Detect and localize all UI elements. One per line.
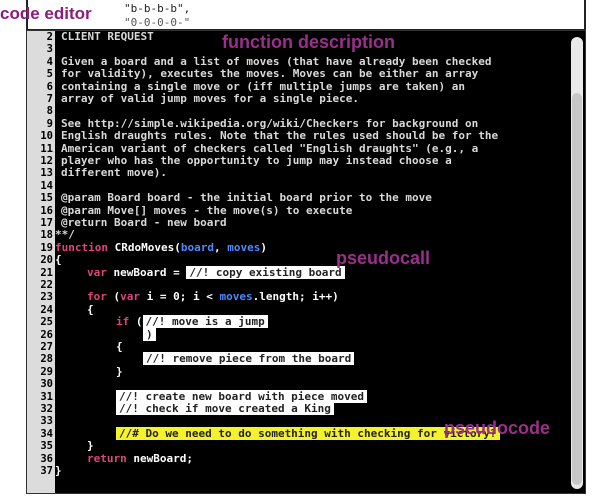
line-number: 15 xyxy=(40,192,53,205)
expression: newBoard; xyxy=(126,451,193,465)
line-number: 25 xyxy=(40,316,53,329)
line-number: 7 xyxy=(46,93,53,105)
keyword: return xyxy=(87,451,127,465)
pseudocode-highlight[interactable]: //! remove piece from the board xyxy=(143,352,355,366)
code-line[interactable]: } xyxy=(116,365,123,378)
line-number: 37 xyxy=(40,465,53,477)
line-number: 32 xyxy=(40,403,53,415)
punct: ( xyxy=(106,290,121,304)
line-number: 8 xyxy=(46,105,53,118)
line-number: 9 xyxy=(46,117,53,130)
code-line[interactable]: for (var i = 0; i < moves.length; i++) xyxy=(87,291,339,303)
code-line[interactable]: @param Board board - the initial board p… xyxy=(61,191,432,204)
param: moves xyxy=(227,240,261,254)
code-line[interactable]: return newBoard; xyxy=(87,451,193,465)
line-number: 21 xyxy=(40,266,53,279)
code-line[interactable]: for validity), executes the moves. Moves… xyxy=(61,67,478,80)
code-line[interactable]: var newBoard = //! copy existing board xyxy=(87,265,345,279)
line-number: 13 xyxy=(40,167,53,180)
code-line[interactable]: { xyxy=(116,340,123,353)
pseudocode-highlight[interactable]: //! move is a jump xyxy=(142,315,268,329)
keyword: if xyxy=(116,315,130,329)
line-number: 10 xyxy=(40,130,53,143)
code-line[interactable]: } xyxy=(55,464,62,477)
code-line[interactable]: //! check if move created a King xyxy=(116,402,334,415)
code-line[interactable]: //# Do we need to do something with chec… xyxy=(116,426,500,440)
expression: i = 0; i < xyxy=(140,290,220,304)
expression: .length; i++) xyxy=(252,290,339,304)
pseudocode-highlight[interactable]: //! create new board with piece moved xyxy=(116,389,368,403)
line-number: 30 xyxy=(40,378,53,391)
line-number: 3 xyxy=(46,43,53,56)
snippet-line-2: "0-0-0-0-" xyxy=(124,16,191,29)
line-number: 24 xyxy=(40,303,53,316)
line-number: 20 xyxy=(40,254,53,267)
code-line[interactable]: if (//! move is a jump xyxy=(116,315,268,329)
line-number: 29 xyxy=(40,365,53,378)
line-number: 19 xyxy=(40,241,53,254)
variable: newBoard xyxy=(113,265,167,279)
punct: ) xyxy=(260,240,267,254)
pseudocode-todo-highlight[interactable]: //# Do we need to do something with chec… xyxy=(116,426,500,440)
line-number: 2 xyxy=(46,31,53,43)
punct: , xyxy=(213,240,228,254)
snippet-line-1: "b-b-b-b", xyxy=(124,2,191,15)
line-number: 6 xyxy=(46,80,53,93)
vertical-scrollbar-thumb[interactable] xyxy=(572,93,582,485)
line-number: 22 xyxy=(40,279,53,291)
pseudocall-highlight[interactable]: //! copy existing board xyxy=(186,265,345,279)
pseudocode-highlight[interactable]: //! check if move created a King xyxy=(116,402,334,415)
line-number: 35 xyxy=(40,440,53,453)
punct: = xyxy=(166,265,187,279)
line-number: 16 xyxy=(40,204,53,217)
keyword: for xyxy=(87,290,107,304)
punct: ( xyxy=(174,240,181,254)
line-number: 28 xyxy=(40,353,53,366)
code-line[interactable]: { xyxy=(55,253,62,266)
line-number: 33 xyxy=(40,415,53,428)
code-line[interactable]: @return Board - new board xyxy=(61,216,227,229)
punct: ( xyxy=(129,315,143,329)
keyword: var xyxy=(87,265,107,279)
param: board xyxy=(180,240,214,254)
top-area: "b-b-b-b", "0-0-0-0-" code editor xyxy=(0,0,606,32)
code-editor-label: code editor xyxy=(0,4,92,23)
pseudocode-highlight[interactable]: ) xyxy=(143,327,156,341)
line-number: 27 xyxy=(40,341,53,353)
line-number: 12 xyxy=(40,155,53,167)
code-line[interactable]: CLIENT REQUEST xyxy=(61,31,154,43)
keyword: var xyxy=(120,290,140,304)
param: moves xyxy=(219,290,253,304)
line-number: 17 xyxy=(40,217,53,229)
code-line[interactable]: English draughts rules. Note that the ru… xyxy=(61,129,498,142)
line-number: 4 xyxy=(46,55,53,68)
keyword: function xyxy=(55,240,108,254)
line-number: 31 xyxy=(40,390,53,403)
code-line[interactable]: //! remove piece from the board xyxy=(143,352,355,366)
code-line[interactable]: array of valid jump moves for a single p… xyxy=(61,92,359,105)
code-line[interactable]: ) xyxy=(143,327,156,341)
line-number: 36 xyxy=(40,452,53,465)
code-line[interactable]: function CRdoMoves(board, moves) xyxy=(55,240,267,254)
line-number: 14 xyxy=(40,179,53,192)
line-number: 11 xyxy=(40,142,53,155)
function-name: CRdoMoves xyxy=(114,240,175,254)
line-number: 23 xyxy=(40,291,53,304)
code-snippet-box: "b-b-b-b", "0-0-0-0-" xyxy=(26,0,586,31)
pseudocall-annotation: pseudocall xyxy=(336,248,431,268)
line-number: 34 xyxy=(40,427,53,440)
line-number: 5 xyxy=(46,68,53,81)
code-line[interactable]: { xyxy=(87,303,94,316)
line-number: 26 xyxy=(40,328,53,341)
function-description-annotation: function description xyxy=(222,32,395,52)
pseudocode-annotation: pseudocode xyxy=(444,418,551,438)
line-number: 18 xyxy=(40,229,53,242)
code-line[interactable]: different move). xyxy=(61,166,167,179)
